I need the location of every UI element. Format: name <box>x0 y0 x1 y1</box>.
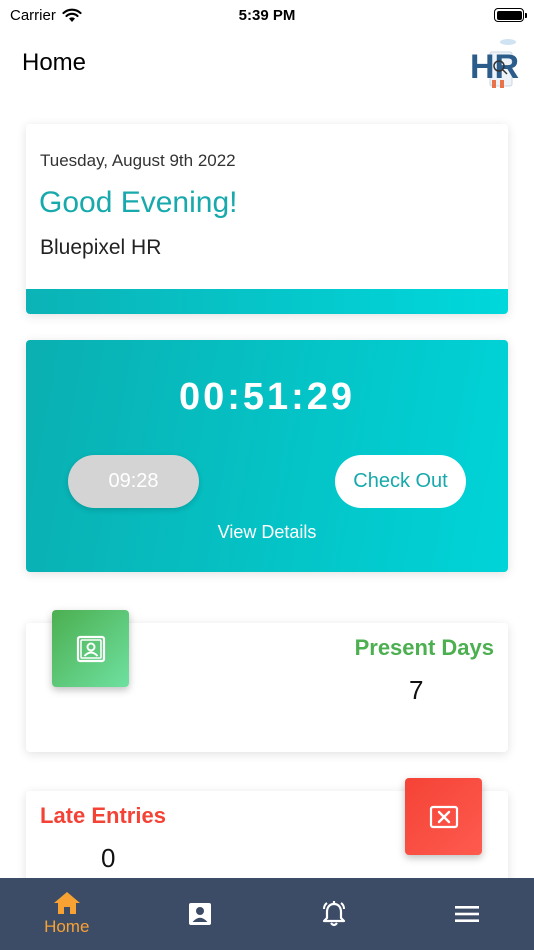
checkin-time-pill: 09:28 <box>68 455 199 508</box>
alarm-bell-icon <box>322 901 345 927</box>
view-details-link[interactable]: View Details <box>26 522 508 543</box>
company-name: Bluepixel HR <box>40 236 162 259</box>
present-days-label: Present Days <box>354 635 494 660</box>
status-bar: Carrier 5:39 PM <box>0 0 534 30</box>
header: Home HR <box>0 30 534 96</box>
nav-item-alerts[interactable] <box>267 878 401 950</box>
current-date: Tuesday, August 9th 2022 <box>40 151 236 170</box>
present-days-value: 7 <box>409 675 424 705</box>
greeting-accent-strip <box>26 289 508 314</box>
check-out-button[interactable]: Check Out <box>335 455 466 508</box>
nav-item-profile[interactable] <box>134 878 268 950</box>
nav-item-menu[interactable] <box>401 878 534 950</box>
page-title: Home <box>22 49 87 76</box>
bottom-navigation: Home <box>0 878 534 950</box>
carrier-label: Carrier <box>10 6 56 24</box>
present-days-icon-box <box>52 610 129 687</box>
battery-icon <box>494 8 527 22</box>
wifi-icon <box>62 8 82 22</box>
contact-card-icon <box>189 903 212 925</box>
contact-card-icon <box>76 635 105 662</box>
greeting-card: Tuesday, August 9th 2022 Good Evening! B… <box>26 124 508 314</box>
attendance-card: 00:51:29 09:28 Check Out View Details <box>26 340 508 572</box>
late-entries-value: 0 <box>101 843 116 873</box>
menu-icon <box>455 906 480 922</box>
nav-label-home: Home <box>44 917 90 936</box>
late-entries-label: Late Entries <box>40 803 166 828</box>
nav-item-home[interactable]: Home <box>0 878 134 950</box>
late-entries-icon-box <box>405 778 482 855</box>
home-icon <box>53 892 80 914</box>
hr-logo-icon: HR <box>470 39 519 88</box>
status-left: Carrier <box>10 7 82 24</box>
greeting-message: Good Evening! <box>39 186 238 219</box>
cancel-box-icon <box>429 805 458 828</box>
elapsed-timer: 00:51:29 <box>178 376 356 418</box>
